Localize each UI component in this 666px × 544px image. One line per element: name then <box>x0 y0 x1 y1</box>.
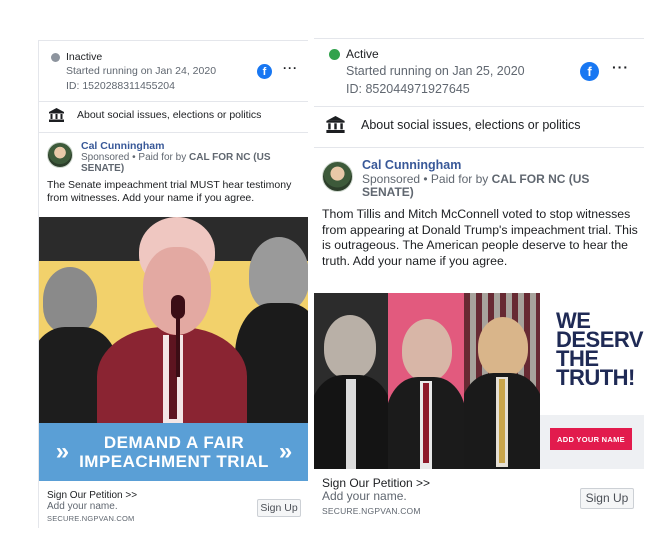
cta-link-area[interactable]: Sign Our Petition >> Add your name. SECU… <box>322 477 430 518</box>
creative-shirt-left <box>346 379 356 469</box>
creative-mic-stand <box>176 317 180 377</box>
divider <box>39 132 308 133</box>
creative-tie-right <box>499 379 505 463</box>
ad-card-inactive: Inactive Started running on Jan 24, 2020… <box>38 40 308 528</box>
divider <box>314 106 644 107</box>
sponsored-line: Sponsored • Paid for by CAL FOR NC (US S… <box>362 173 642 198</box>
creative-person-left <box>324 315 376 379</box>
ad-id: ID: 1520288311455204 <box>66 80 175 92</box>
cta-subtitle: Add your name. <box>47 501 118 512</box>
government-building-icon <box>326 116 345 133</box>
status-dot-icon <box>51 52 60 62</box>
ad-body-text: Thom Tillis and Mitch McConnell voted to… <box>322 207 638 268</box>
creative-add-your-name: ADD YOUR NAME <box>550 428 632 450</box>
more-options-icon[interactable]: ··· <box>283 61 298 75</box>
creative-tie-center <box>423 383 429 463</box>
ad-body-text: The Senate impeachment trial MUST hear t… <box>47 179 292 204</box>
creative-panel-right <box>464 293 540 469</box>
cta-domain: SECURE.NGPVAN.COM <box>47 514 135 523</box>
status-indicator: Inactive <box>51 51 102 63</box>
creative-banner-text: DEMAND A FAIR IMPEACHMENT TRIAL <box>79 433 269 471</box>
creative-person-left <box>43 267 97 333</box>
cta-link-area[interactable]: Sign Our Petition >> Add your name. SECU… <box>47 490 137 524</box>
double-chevron-left-icon: » <box>278 438 293 465</box>
divider <box>39 101 308 102</box>
ad-id: ID: 852044971927645 <box>346 82 470 96</box>
creative-person-right <box>478 317 528 377</box>
sign-up-button[interactable]: Sign Up <box>257 499 301 517</box>
creative-panel-left <box>314 293 388 469</box>
facebook-icon[interactable]: f <box>580 62 599 81</box>
advertiser-name[interactable]: Cal Cunningham <box>81 140 164 152</box>
sponsored-prefix: Sponsored • Paid for by <box>81 152 187 163</box>
started-running-date: Started running on Jan 25, 2020 <box>346 64 525 78</box>
creative-banner: » DEMAND A FAIR IMPEACHMENT TRIAL » <box>39 423 308 481</box>
double-chevron-right-icon: » <box>55 438 70 465</box>
category-label: About social issues, elections or politi… <box>361 117 581 132</box>
ad-creative-image[interactable]: » DEMAND A FAIR IMPEACHMENT TRIAL » <box>39 217 308 481</box>
status-dot-icon <box>329 48 340 60</box>
sponsored-line: Sponsored • Paid for by CAL FOR NC (US S… <box>81 152 307 174</box>
category-row[interactable]: About social issues, elections or politi… <box>49 108 261 122</box>
sign-up-button[interactable]: Sign Up <box>580 488 634 509</box>
cta-subtitle: Add your name. <box>322 489 407 503</box>
status-label: Inactive <box>66 51 103 63</box>
creative-microphone <box>171 295 185 319</box>
ad-card-active: Active Started running on Jan 25, 2020 I… <box>314 38 644 526</box>
banner-line-1: DEMAND A FAIR <box>103 433 245 452</box>
government-building-icon <box>49 108 64 122</box>
ad-creative-image[interactable]: WE DESERVE THE TRUTH! ADD YOUR NAME <box>314 293 644 469</box>
status-label: Active <box>346 47 379 61</box>
cta-title: Sign Our Petition >> <box>47 490 138 501</box>
category-row[interactable]: About social issues, elections or politi… <box>326 116 581 133</box>
avatar[interactable] <box>322 161 353 192</box>
creative-panel-center <box>388 293 464 469</box>
status-indicator: Active <box>329 47 379 61</box>
headline-line-4: TRUTH! <box>556 365 635 390</box>
cta-domain: SECURE.NGPVAN.COM <box>322 506 421 516</box>
more-options-icon[interactable]: ··· <box>612 59 629 75</box>
creative-person-center <box>402 319 452 381</box>
creative-person-right <box>249 237 308 311</box>
advertiser-name[interactable]: Cal Cunningham <box>362 158 461 172</box>
avatar[interactable] <box>47 142 73 168</box>
divider <box>314 147 644 148</box>
category-label: About social issues, elections or politi… <box>77 109 262 121</box>
banner-line-2: IMPEACHMENT TRIAL <box>79 452 269 471</box>
facebook-icon[interactable]: f <box>257 64 272 79</box>
started-running-date: Started running on Jan 24, 2020 <box>66 65 217 77</box>
creative-headline: WE DESERVE THE TRUTH! <box>556 310 644 390</box>
